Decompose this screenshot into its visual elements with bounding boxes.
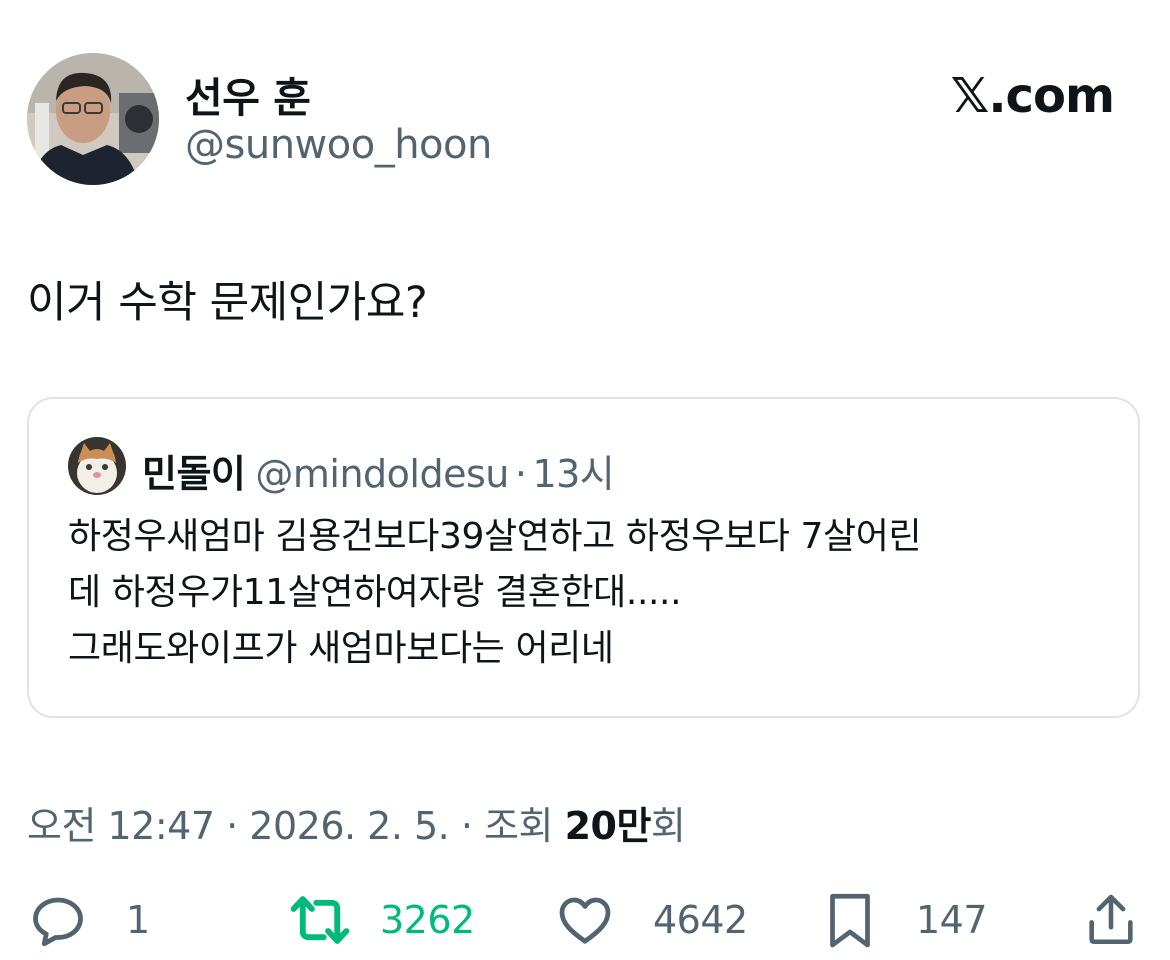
views-label: 조회 [484,804,553,848]
retweet-count: 3262 [380,898,475,942]
quoted-author-avatar[interactable] [68,437,126,495]
quoted-timestamp[interactable]: 13시 [532,452,614,496]
quoted-tweet-header: 민돌이 @mindoldesu · 13시 [142,443,615,498]
quoted-separator: · [514,452,527,496]
tweet-meta: 오전 12:47 · 2026. 2. 5. · 조회 20만회 [27,795,686,850]
post-date[interactable]: 2026. 2. 5. [249,804,449,848]
cat-profile-photo-icon [68,437,126,495]
x-logo: 𝕏.com [950,68,1115,124]
bookmark-icon [830,893,870,948]
tweet-text: 이거 수학 문제인가요? [27,278,428,328]
meta-separator: · [460,804,473,848]
action-bar: 1 3262 4642 147 [0,880,1170,960]
profile-photo-icon [27,53,159,185]
quoted-text-line: 하정우새엄마 김용건보다39살연하고 하정우보다 7살어린 [68,516,922,557]
bookmark-button[interactable]: 147 [822,880,988,960]
like-count: 4642 [653,898,748,942]
quoted-text-line: 데 하정우가11살연하여자랑 결혼한대..... [68,572,682,613]
reply-icon [33,897,83,947]
quoted-author-name[interactable]: 민돌이 [142,452,246,496]
author-handle[interactable]: @sunwoo_hoon [185,122,492,168]
quoted-tweet-text: 하정우새엄마 김용건보다39살연하고 하정우보다 7살어린 데 하정우가11살연… [68,509,1118,677]
quoted-text-line: 그래도와이프가 새엄마보다는 어리네 [68,628,614,669]
quoted-author-handle[interactable]: @mindoldesu [255,452,509,496]
meta-separator: · [226,804,238,848]
retweet-icon [290,896,350,944]
reply-count: 1 [126,898,150,942]
reply-button[interactable]: 1 [28,880,150,960]
like-button[interactable]: 4642 [555,880,748,960]
post-time[interactable]: 오전 12:47 [27,804,215,848]
bookmark-count: 147 [916,898,988,942]
author-avatar[interactable] [27,53,159,185]
author-display-name[interactable]: 선우 훈 [185,64,311,124]
retweet-button[interactable]: 3262 [288,880,475,960]
quoted-tweet-card[interactable]: 민돌이 @mindoldesu · 13시 하정우새엄마 김용건보다39살연하고 하정… [27,397,1140,718]
share-button[interactable] [1082,880,1140,960]
views-suffix: 회 [650,804,686,848]
share-icon [1089,894,1133,945]
like-icon [559,897,611,944]
tweet-screenshot: 선우 훈 @sunwoo_hoon 𝕏.com 이거 수학 문제인가요? 민돌이… [0,0,1170,960]
views-count: 20만 [564,804,652,848]
